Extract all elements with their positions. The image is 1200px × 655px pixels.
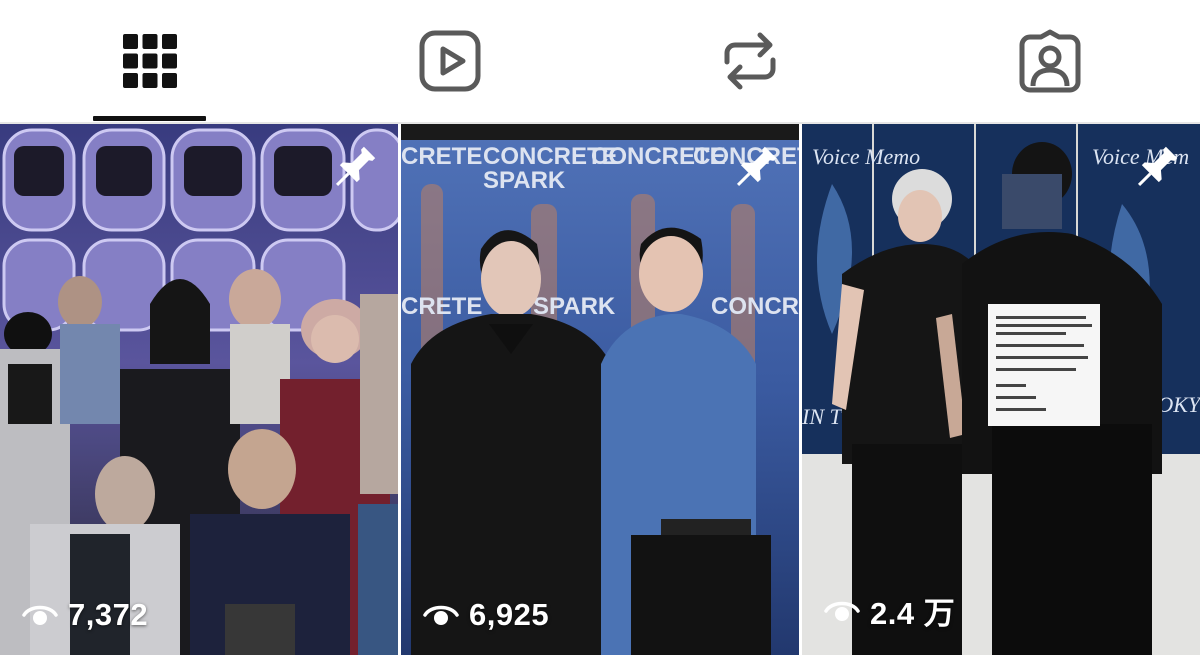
post-photo-group-fans xyxy=(0,124,398,655)
post-photo-voice-memo: Voice Memo Voice Mem IN TOKYO IN TOKYO xyxy=(802,124,1200,655)
post-thumbnail-2[interactable]: CRETE CONCRETE SPARK CONCRETE CONCRETE C… xyxy=(401,124,799,655)
svg-text:CONCRETE: CONCRETE xyxy=(711,293,799,320)
repost-icon xyxy=(724,32,776,90)
tagged-person-icon xyxy=(1019,29,1081,93)
pin-icon xyxy=(1137,146,1178,187)
eye-icon xyxy=(824,601,860,621)
profile-tab-bar xyxy=(0,0,1200,124)
svg-text:SPARK: SPARK xyxy=(533,293,616,320)
view-count: 6,925 xyxy=(423,597,549,633)
pin-icon xyxy=(335,146,376,187)
view-count: 7,372 xyxy=(22,597,148,633)
pin-icon xyxy=(736,146,777,187)
svg-text:Voice Memo: Voice Memo xyxy=(812,144,920,169)
post-thumbnail-3[interactable]: Voice Memo Voice Mem IN TOKYO IN TOKYO xyxy=(802,124,1200,655)
post-thumbnail-1[interactable]: 7,372 xyxy=(0,124,398,655)
svg-text:CRETE: CRETE xyxy=(401,143,482,170)
view-count-value: 7,372 xyxy=(68,597,149,632)
active-tab-indicator xyxy=(93,116,206,121)
eye-icon xyxy=(423,605,459,625)
view-count-value: 6,925 xyxy=(469,597,550,632)
posts-grid: 7,372 CRETE CONCRETE SPARK CONCRETE CONC… xyxy=(0,124,1200,655)
reels-play-icon xyxy=(419,30,481,92)
eye-icon xyxy=(22,605,58,625)
tab-reels[interactable] xyxy=(300,0,600,122)
tab-reposts[interactable] xyxy=(600,0,900,122)
view-count-value: 2.4 万 xyxy=(870,596,956,631)
tab-posts-grid[interactable] xyxy=(0,0,300,122)
grid-icon xyxy=(123,34,177,88)
svg-text:CRETE: CRETE xyxy=(401,293,482,320)
svg-text:SPARK: SPARK xyxy=(483,167,566,194)
post-photo-two-men: CRETE CONCRETE SPARK CONCRETE CONCRETE C… xyxy=(401,124,799,655)
tab-tagged[interactable] xyxy=(900,0,1200,122)
view-count: 2.4 万 xyxy=(824,588,955,633)
